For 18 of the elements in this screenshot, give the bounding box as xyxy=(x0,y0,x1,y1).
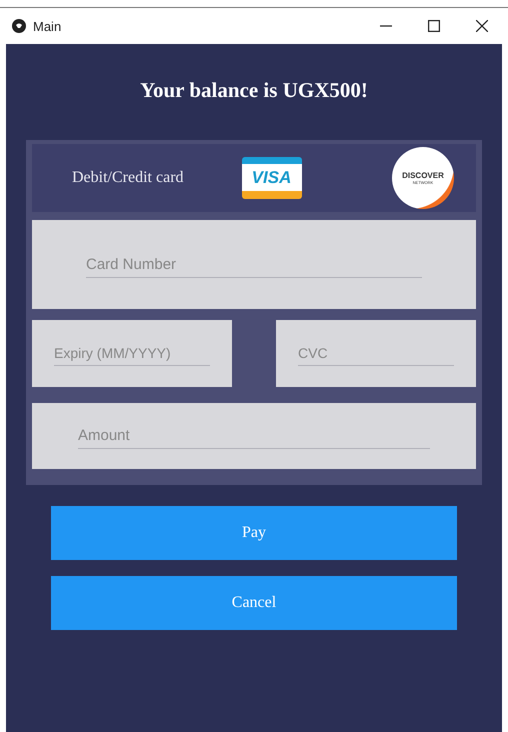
card-type-label: Debit/Credit card xyxy=(72,169,184,187)
balance-heading: Your balance is UGX500! xyxy=(140,78,368,103)
text-input[interactable]: Card Number xyxy=(86,252,422,278)
input-field[interactable]: Amount xyxy=(32,403,476,469)
input-field[interactable]: Expiry (MM/YYYY) xyxy=(32,320,232,387)
close-icon[interactable] xyxy=(476,20,488,32)
pay-button[interactable]: Pay xyxy=(51,506,457,560)
text-input[interactable]: Expiry (MM/YYYY) xyxy=(54,341,210,366)
app-icon xyxy=(12,19,26,33)
text-input[interactable]: Amount xyxy=(78,423,430,449)
maximize-icon[interactable] xyxy=(428,20,440,32)
cancel-button[interactable]: Cancel xyxy=(51,576,457,630)
visa-logo: VISA xyxy=(242,157,302,199)
window-title: Main xyxy=(33,18,62,34)
input-field[interactable]: CVC xyxy=(276,320,476,387)
text-input[interactable]: CVC xyxy=(298,341,454,366)
discover-logo-text: DISCOVER xyxy=(402,171,444,180)
input-field[interactable]: Card Number xyxy=(32,220,476,309)
